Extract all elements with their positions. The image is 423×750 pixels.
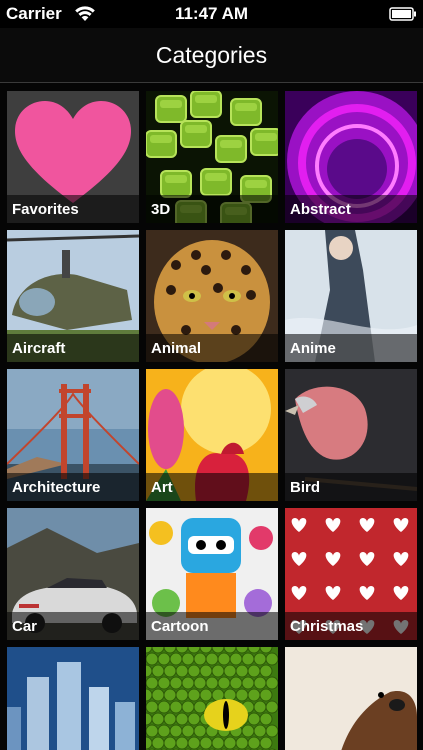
category-tile-reptile[interactable]: Reptile (146, 647, 278, 750)
category-tile-abstract[interactable]: Abstract (285, 91, 417, 223)
category-label: Animal (151, 340, 202, 357)
category-label: 3D (151, 201, 171, 218)
category-tile-car[interactable]: Car (7, 508, 139, 640)
category-tile-art[interactable]: Art (146, 369, 278, 501)
category-label: Art (151, 479, 173, 496)
category-label: Cartoon (151, 618, 209, 635)
app-screen: Carrier 11:47 AM Categories Favorites 3D… (0, 0, 423, 750)
category-label: Anime (290, 340, 336, 357)
battery-icon (389, 6, 417, 21)
category-thumbnail (146, 647, 278, 750)
category-tile-dog[interactable]: Dog (285, 647, 417, 750)
category-label: Bird (290, 479, 320, 496)
clock-time: 11:47 AM (174, 4, 249, 23)
category-label: Abstract (290, 201, 351, 218)
category-tile-favorites[interactable]: Favorites (7, 91, 139, 223)
category-tile-architecture[interactable]: Architecture (7, 369, 139, 501)
category-tile-christmas[interactable]: Christmas (285, 508, 417, 640)
category-tile-bird[interactable]: Bird (285, 369, 417, 501)
category-label: Favorites (12, 201, 79, 218)
status-bar: Carrier 11:47 AM (0, 0, 423, 28)
category-label: Car (12, 618, 38, 635)
category-label: Christmas (290, 618, 364, 635)
category-grid[interactable]: Favorites 3D Abstract Aircraft Animal An… (0, 83, 423, 750)
category-tile-3d[interactable]: 3D (146, 91, 278, 223)
category-tile-anime[interactable]: Anime (285, 230, 417, 362)
category-tile-aircraft[interactable]: Aircraft (7, 230, 139, 362)
category-thumbnail (285, 647, 417, 750)
category-label: Aircraft (12, 340, 66, 357)
category-tile-city[interactable]: City (7, 647, 139, 750)
category-tile-cartoon[interactable]: Cartoon (146, 508, 278, 640)
category-tile-animal[interactable]: Animal (146, 230, 278, 362)
navigation-bar: Categories (0, 28, 423, 83)
category-thumbnail (7, 647, 139, 750)
category-label: Architecture (12, 479, 101, 496)
page-title: Categories (155, 42, 268, 68)
